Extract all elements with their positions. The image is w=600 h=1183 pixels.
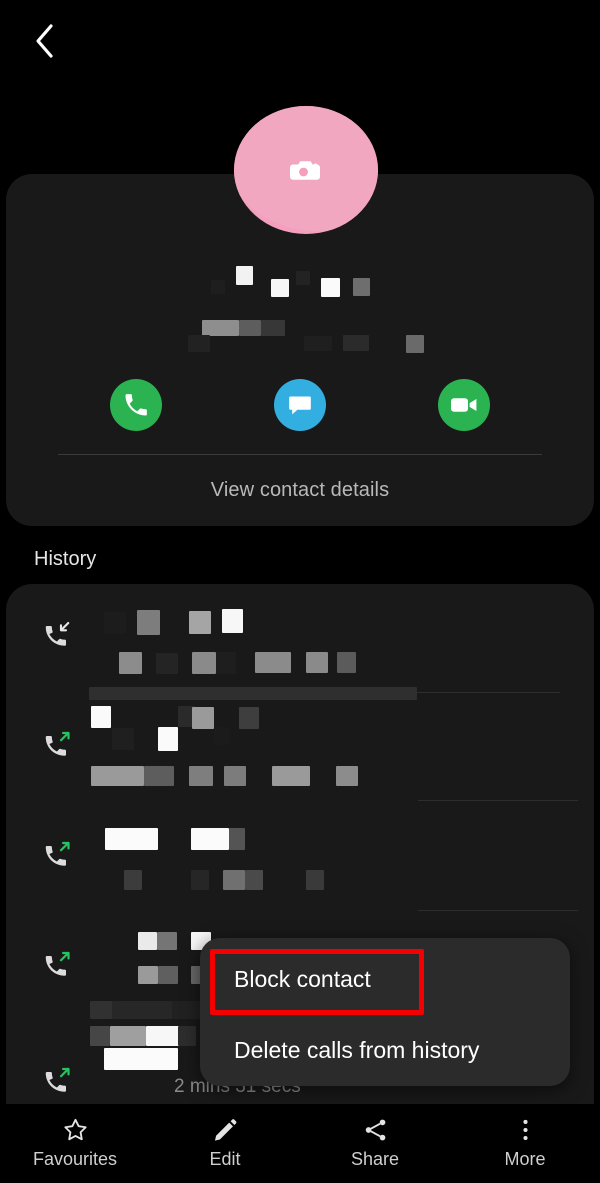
contact-name-redacted [6,266,594,300]
menu-item-block-contact[interactable]: Block contact [200,946,570,1012]
call-button[interactable] [110,379,162,431]
video-camera-icon [451,398,477,412]
nav-edit[interactable]: Edit [150,1104,300,1183]
outgoing-call-icon [42,730,72,765]
star-outline-icon [62,1117,89,1143]
nav-share-label: Share [350,1149,400,1169]
nav-edit-label: Edit [209,1149,241,1169]
phone-icon [125,394,147,416]
more-vertical-dots-icon [512,1117,539,1143]
history-row[interactable] [6,584,594,700]
contact-action-buttons [6,379,594,431]
view-contact-details-link[interactable]: View contact details [6,479,594,502]
nav-favourites[interactable]: Favourites [0,1104,150,1183]
menu-item-delete-calls[interactable]: Delete calls from history [200,1020,570,1080]
pencil-icon [212,1117,239,1143]
back-button[interactable] [22,18,68,64]
contact-number-redacted [6,316,594,353]
incoming-call-icon [42,620,72,655]
video-call-button[interactable] [438,379,490,431]
camera-icon [290,161,320,180]
card-divider [58,454,542,455]
history-row[interactable] [6,804,594,914]
message-button[interactable] [274,379,326,431]
history-section-label: History [34,548,97,570]
share-nodes-icon [362,1117,389,1143]
nav-more[interactable]: More [450,1104,600,1183]
nav-share[interactable]: Share [300,1104,450,1183]
contact-card: View contact details [6,106,594,526]
chevron-left-icon [36,24,53,58]
top-bar [0,0,600,80]
context-menu: Block contact Delete calls from history [200,938,570,1086]
message-bubble-icon [289,396,311,415]
outgoing-call-icon [42,950,72,985]
outgoing-call-icon [42,1066,72,1101]
nav-more-label: More [504,1149,546,1169]
outgoing-call-icon [42,840,72,875]
nav-favourites-label: Favourites [32,1149,118,1169]
bottom-navigation-bar: Favourites Edit Share More [0,1104,600,1183]
history-row[interactable] [6,694,594,804]
contact-avatar[interactable] [234,106,378,234]
contact-detail-screen: View contact details History 2 mins 31 s… [0,0,600,1183]
